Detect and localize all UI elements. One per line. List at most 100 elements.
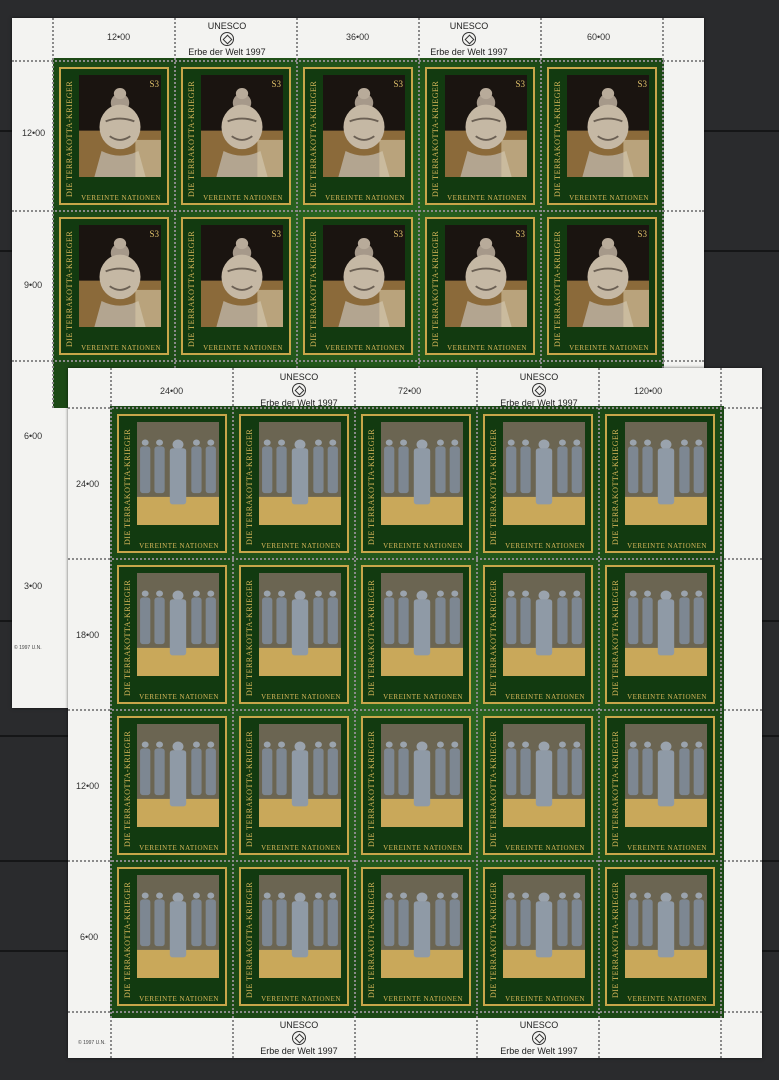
perforation-column — [418, 18, 421, 408]
stamp-denomination: S3 — [393, 229, 403, 239]
terracotta-army-image — [381, 573, 463, 676]
unesco-inscription: UNESCO Erbe der Welt 1997 — [254, 1020, 344, 1056]
terracotta-army-image — [259, 422, 341, 525]
copyright-note: © 1997 U.N. — [78, 1040, 106, 1046]
stamp-country-inscription: VEREINTE NATIONEN — [569, 194, 649, 202]
margin-value: 60•00 — [587, 32, 611, 42]
stamp: DIE TERRAKOTTA-KRIEGER VEREINTE NATIONEN — [477, 408, 599, 559]
terracotta-army-image — [503, 573, 585, 676]
heritage-label: Erbe der Welt 1997 — [260, 1046, 338, 1056]
stamp: DIE TERRAKOTTA-KRIEGER VEREINTE NATIONEN — [111, 408, 233, 559]
stamp-side-inscription: DIE TERRAKOTTA-KRIEGER — [611, 579, 620, 696]
terracotta-army-image — [625, 422, 707, 525]
stamp-country-inscription: VEREINTE NATIONEN — [325, 194, 405, 202]
terracotta-army-image — [259, 724, 341, 827]
stamp: DIE TERRAKOTTA-KRIEGER VEREINTE NATIONEN — [477, 710, 599, 861]
margin-value: 12•00 — [76, 781, 100, 791]
stamp-side-inscription: DIE TERRAKOTTA-KRIEGER — [187, 80, 196, 197]
stamp-side-inscription: DIE TERRAKOTTA-KRIEGER — [245, 579, 254, 696]
stamp: DIE TERRAKOTTA-KRIEGER VEREINTE NATIONEN — [111, 559, 233, 710]
stamp-country-inscription: VEREINTE NATIONEN — [203, 344, 283, 352]
stamp-country-inscription: VEREINTE NATIONEN — [203, 194, 283, 202]
perforation-row — [68, 860, 762, 863]
stamp: DIE TERRAKOTTA-KRIEGER VEREINTE NATIONEN — [355, 710, 477, 861]
stamp-country-inscription: VEREINTE NATIONEN — [383, 995, 463, 1003]
terracotta-army-image — [625, 875, 707, 978]
unesco-inscription: UNESCO Erbe der Welt 1997 — [254, 372, 344, 408]
perforation-column — [296, 18, 299, 408]
stamp: DIE TERRAKOTTA-KRIEGER VEREINTE NATIONEN S… — [175, 61, 297, 211]
unesco-inscription: UNESCO Erbe der Welt 1997 — [182, 21, 272, 57]
margin-value: 12•00 — [107, 32, 131, 42]
stamp-side-inscription: DIE TERRAKOTTA-KRIEGER — [367, 881, 376, 998]
stamp-side-inscription: DIE TERRAKOTTA-KRIEGER — [431, 80, 440, 197]
stamp-country-inscription: VEREINTE NATIONEN — [383, 844, 463, 852]
stamp-denomination: S3 — [149, 79, 159, 89]
stamp-country-inscription: VEREINTE NATIONEN — [383, 542, 463, 550]
terracotta-bust-image — [79, 75, 161, 177]
perforation-column — [598, 368, 601, 1058]
perforation-row — [12, 60, 704, 63]
stamp-side-inscription: DIE TERRAKOTTA-KRIEGER — [123, 730, 132, 847]
stamp-country-inscription: VEREINTE NATIONEN — [81, 344, 161, 352]
terracotta-bust-image — [201, 75, 283, 177]
stamp: DIE TERRAKOTTA-KRIEGER VEREINTE NATIONEN — [355, 861, 477, 1012]
stamp-side-inscription: DIE TERRAKOTTA-KRIEGER — [65, 80, 74, 197]
stamp-country-inscription: VEREINTE NATIONEN — [383, 693, 463, 701]
perforation-column — [540, 18, 543, 408]
stamp-denomination: S3 — [271, 79, 281, 89]
stamp: DIE TERRAKOTTA-KRIEGER VEREINTE NATIONEN S… — [297, 211, 419, 361]
perforation-row — [68, 407, 762, 410]
terracotta-army-image — [137, 573, 219, 676]
perforation-row — [68, 1011, 762, 1014]
terracotta-army-image — [259, 875, 341, 978]
stamp-country-inscription: VEREINTE NATIONEN — [505, 542, 585, 550]
stamp-side-inscription: DIE TERRAKOTTA-KRIEGER — [187, 230, 196, 347]
stamp-country-inscription: VEREINTE NATIONEN — [139, 693, 219, 701]
stamp-country-inscription: VEREINTE NATIONEN — [139, 995, 219, 1003]
stamp-side-inscription: DIE TERRAKOTTA-KRIEGER — [611, 881, 620, 998]
copyright-note: © 1997 U.N. — [14, 645, 42, 651]
stamp-country-inscription: VEREINTE NATIONEN — [569, 344, 649, 352]
stamp: DIE TERRAKOTTA-KRIEGER VEREINTE NATIONEN — [111, 710, 233, 861]
unesco-label: UNESCO — [519, 372, 559, 382]
stamp: DIE TERRAKOTTA-KRIEGER VEREINTE NATIONEN — [599, 861, 721, 1012]
world-heritage-emblem-icon — [532, 1031, 546, 1045]
stamp-side-inscription: DIE TERRAKOTTA-KRIEGER — [65, 230, 74, 347]
margin-value: 120•00 — [634, 386, 663, 396]
margin-value: 12•00 — [22, 128, 46, 138]
stamp-denomination: S3 — [637, 229, 647, 239]
perforation-column — [110, 368, 113, 1058]
stamp-denomination: S3 — [149, 229, 159, 239]
stamp: DIE TERRAKOTTA-KRIEGER VEREINTE NATIONEN — [111, 861, 233, 1012]
heritage-label: Erbe der Welt 1997 — [188, 47, 266, 57]
margin-value: 6•00 — [24, 431, 43, 441]
perforation-column — [174, 18, 177, 408]
terracotta-army-image — [137, 422, 219, 525]
stamp-denomination: S3 — [393, 79, 403, 89]
perforation-column — [232, 368, 235, 1058]
stamp-country-inscription: VEREINTE NATIONEN — [627, 844, 707, 852]
perforation-column — [52, 18, 55, 408]
stamp-side-inscription: DIE TERRAKOTTA-KRIEGER — [309, 230, 318, 347]
stamp-denomination: S3 — [515, 229, 525, 239]
margin-value: 18•00 — [76, 630, 100, 640]
perforation-column — [354, 368, 357, 1058]
terracotta-bust-image — [323, 225, 405, 327]
stamp-country-inscription: VEREINTE NATIONEN — [627, 693, 707, 701]
terracotta-army-image — [381, 875, 463, 978]
stamp-country-inscription: VEREINTE NATIONEN — [505, 995, 585, 1003]
stamp-side-inscription: DIE TERRAKOTTA-KRIEGER — [309, 80, 318, 197]
stamp-country-inscription: VEREINTE NATIONEN — [627, 542, 707, 550]
perforation-row — [68, 558, 762, 561]
heritage-label: Erbe der Welt 1997 — [430, 47, 508, 57]
stamp-side-inscription: DIE TERRAKOTTA-KRIEGER — [367, 730, 376, 847]
world-heritage-emblem-icon — [220, 32, 234, 46]
unesco-label: UNESCO — [449, 21, 489, 31]
terracotta-bust-image — [79, 225, 161, 327]
stamp-side-inscription: DIE TERRAKOTTA-KRIEGER — [245, 730, 254, 847]
stamp-country-inscription: VEREINTE NATIONEN — [81, 194, 161, 202]
stamp: DIE TERRAKOTTA-KRIEGER VEREINTE NATIONEN S… — [419, 211, 541, 361]
terracotta-army-image — [625, 724, 707, 827]
stamp-side-inscription: DIE TERRAKOTTA-KRIEGER — [553, 80, 562, 197]
